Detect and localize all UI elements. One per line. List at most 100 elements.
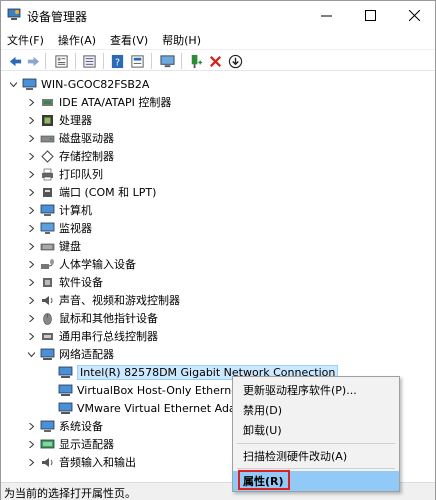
forward-icon — [27, 56, 39, 66]
update-driver-button[interactable] — [227, 53, 243, 69]
network-card-icon — [57, 401, 73, 415]
system-device-icon — [39, 419, 55, 433]
port-icon — [39, 185, 55, 199]
tree-root[interactable]: WIN-GCOC82FSB2A — [7, 75, 149, 93]
chevron-right-icon[interactable] — [25, 240, 37, 252]
network-device-vmware[interactable]: VMware Virtual Ethernet Adapter — [57, 399, 258, 417]
help-button[interactable]: ? — [109, 53, 125, 69]
tree-category[interactable]: 音频输入和输出 — [25, 453, 136, 471]
tree-category[interactable]: 计算机 — [25, 201, 92, 219]
chevron-right-icon[interactable] — [25, 222, 37, 234]
computer-icon — [39, 203, 55, 217]
sound-icon — [39, 293, 55, 307]
refresh-view-icon — [130, 54, 144, 68]
chevron-right-icon[interactable] — [25, 456, 37, 468]
storage-controller-icon — [39, 149, 55, 163]
hid-icon — [39, 257, 55, 271]
close-icon — [408, 9, 420, 21]
uninstall-button[interactable] — [207, 53, 223, 69]
refresh-view-button[interactable] — [129, 53, 145, 69]
toolbar: ? — [1, 49, 435, 71]
chevron-right-icon[interactable] — [25, 132, 37, 144]
maximize-icon — [364, 9, 376, 21]
disk-drive-icon — [39, 131, 55, 145]
menu-file[interactable]: 文件(F) — [1, 29, 44, 49]
processor-icon — [39, 113, 55, 127]
window-title: 设备管理器 — [27, 10, 88, 24]
add-driver-icon — [191, 54, 202, 68]
ide-controller-icon — [39, 95, 55, 109]
menu-action[interactable]: 操作(A) — [52, 29, 96, 49]
context-menu-separator — [237, 443, 395, 444]
chevron-right-icon[interactable] — [25, 330, 37, 342]
menu-view[interactable]: 查看(V) — [104, 29, 148, 49]
properties-icon — [54, 54, 68, 68]
chevron-right-icon[interactable] — [25, 186, 37, 198]
context-menu: 更新驱动程序软件(P)... 禁用(D) 卸载(U) 扫描检测硬件改动(A) 属… — [232, 376, 400, 492]
menu-bar: 文件(F) 操作(A) 查看(V) 帮助(H) — [1, 29, 435, 49]
tree-category[interactable]: 系统设备 — [25, 417, 103, 435]
context-menu-properties[interactable]: 属性(R) — [233, 471, 399, 491]
chevron-right-icon[interactable] — [25, 276, 37, 288]
display-adapter-icon — [39, 437, 55, 451]
chevron-right-icon[interactable] — [25, 96, 37, 108]
tree-category[interactable]: 通用串行总线控制器 — [25, 327, 158, 345]
chevron-right-icon[interactable] — [25, 114, 37, 126]
tree-category[interactable]: 打印队列 — [25, 165, 103, 183]
properties-button[interactable] — [53, 53, 69, 69]
maximize-button[interactable] — [349, 1, 391, 29]
minimize-icon — [320, 15, 332, 16]
show-hidden-icon — [82, 54, 96, 68]
network-card-icon — [57, 383, 73, 397]
network-adapter-icon — [39, 347, 55, 361]
context-menu-disable[interactable]: 禁用(D) — [233, 400, 399, 420]
audio-io-icon — [39, 455, 55, 469]
context-menu-update-driver[interactable]: 更新驱动程序软件(P)... — [233, 380, 399, 400]
update-driver-icon — [228, 54, 242, 68]
chevron-right-icon[interactable] — [25, 438, 37, 450]
device-manager-icon — [7, 8, 21, 21]
tree-category[interactable]: 软件设备 — [25, 273, 103, 291]
context-menu-scan-hardware[interactable]: 扫描检测硬件改动(A) — [233, 446, 399, 466]
forward-button[interactable] — [25, 53, 41, 69]
context-menu-separator — [237, 468, 395, 469]
add-driver-button[interactable] — [187, 53, 203, 69]
back-button[interactable] — [7, 53, 23, 69]
monitor-icon — [39, 221, 55, 235]
chevron-down-icon[interactable] — [25, 348, 37, 360]
chevron-down-icon[interactable] — [7, 78, 19, 90]
scan-hardware-icon — [159, 54, 175, 67]
close-button[interactable] — [393, 1, 435, 29]
tree-category[interactable]: 处理器 — [25, 111, 92, 129]
chevron-right-icon[interactable] — [25, 168, 37, 180]
tree-category-network[interactable]: 网络适配器 — [25, 345, 114, 363]
network-card-icon — [57, 365, 73, 379]
chevron-right-icon[interactable] — [25, 204, 37, 216]
tree-category[interactable]: 鼠标和其他指针设备 — [25, 309, 158, 327]
chevron-right-icon[interactable] — [25, 420, 37, 432]
tree-category[interactable]: 存储控制器 — [25, 147, 114, 165]
chevron-right-icon[interactable] — [25, 258, 37, 270]
svg-text:?: ? — [115, 57, 120, 68]
tree-category[interactable]: 端口 (COM 和 LPT) — [25, 183, 156, 201]
tree-category[interactable]: 人体学输入设备 — [25, 255, 136, 273]
menu-help[interactable]: 帮助(H) — [156, 29, 201, 49]
mouse-icon — [39, 311, 55, 325]
chevron-right-icon[interactable] — [25, 150, 37, 162]
minimize-button[interactable] — [305, 1, 347, 29]
chevron-right-icon[interactable] — [25, 294, 37, 306]
tree-category[interactable]: IDE ATA/ATAPI 控制器 — [25, 93, 171, 111]
tree-category[interactable]: 声音、视频和游戏控制器 — [25, 291, 180, 309]
scan-hardware-button[interactable] — [159, 53, 175, 69]
show-hidden-button[interactable] — [81, 53, 97, 69]
status-text: 为当前的选择打开属性页。 — [4, 487, 136, 500]
tree-category[interactable]: 键盘 — [25, 237, 81, 255]
tree-category[interactable]: 监视器 — [25, 219, 92, 237]
back-icon — [9, 56, 21, 66]
keyboard-icon — [39, 239, 55, 253]
chevron-right-icon[interactable] — [25, 312, 37, 324]
title-bar: 设备管理器 — [1, 1, 435, 29]
tree-category[interactable]: 磁盘驱动器 — [25, 129, 114, 147]
context-menu-uninstall[interactable]: 卸载(U) — [233, 420, 399, 440]
tree-category[interactable]: 显示适配器 — [25, 435, 114, 453]
